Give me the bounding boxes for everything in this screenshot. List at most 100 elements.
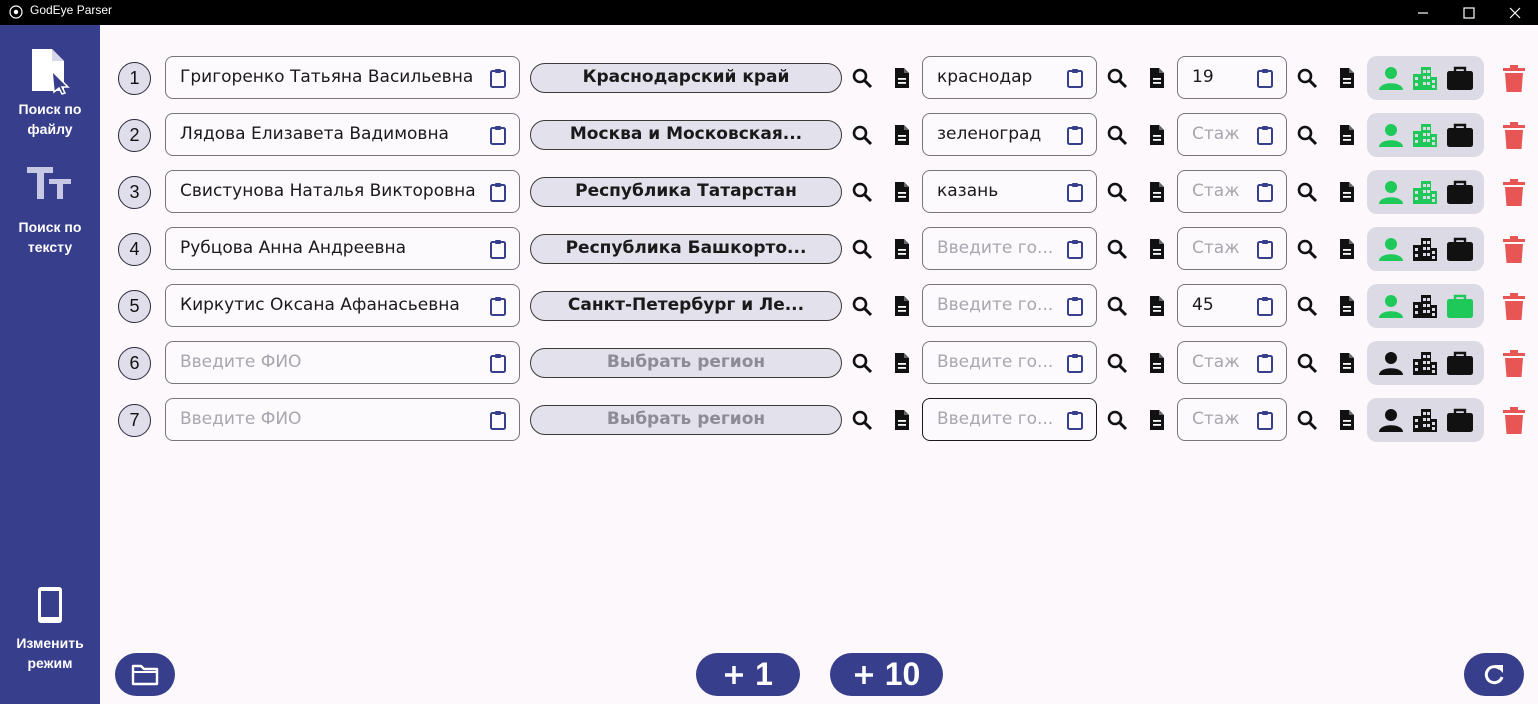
company-icon[interactable] (1411, 179, 1439, 205)
delete-icon[interactable] (1502, 350, 1526, 378)
company-icon[interactable] (1411, 350, 1439, 376)
clipboard-icon[interactable] (1066, 68, 1084, 88)
clipboard-icon[interactable] (489, 296, 507, 316)
document-icon[interactable] (1336, 238, 1358, 260)
clipboard-icon[interactable] (1066, 239, 1084, 259)
clipboard-icon[interactable] (1256, 125, 1274, 145)
clipboard-icon[interactable] (489, 410, 507, 430)
maximize-button[interactable] (1446, 0, 1492, 25)
city-input[interactable]: зеленоград (922, 113, 1097, 156)
document-icon[interactable] (1336, 124, 1358, 146)
search-icon[interactable] (1296, 181, 1318, 203)
fio-input[interactable]: Григоренко Татьяна Васильевна (165, 56, 520, 99)
stazh-input[interactable]: Стаж (1177, 398, 1287, 441)
clipboard-icon[interactable] (1256, 239, 1274, 259)
region-select-button[interactable]: Выбрать регион (530, 348, 842, 378)
city-input[interactable]: Введите го... (922, 398, 1097, 441)
fio-input[interactable]: Введите ФИО (165, 341, 520, 384)
region-select-button[interactable]: Краснодарский край (530, 63, 842, 93)
document-icon[interactable] (891, 124, 913, 146)
person-icon[interactable] (1377, 350, 1405, 376)
clipboard-icon[interactable] (489, 125, 507, 145)
person-icon[interactable] (1377, 407, 1405, 433)
fio-input[interactable]: Киркутис Оксана Афанасьевна (165, 284, 520, 327)
city-input[interactable]: Введите го... (922, 341, 1097, 384)
clipboard-icon[interactable] (1066, 182, 1084, 202)
briefcase-icon[interactable] (1446, 65, 1474, 91)
clipboard-icon[interactable] (489, 182, 507, 202)
search-icon[interactable] (851, 352, 873, 374)
briefcase-icon[interactable] (1446, 122, 1474, 148)
refresh-button[interactable] (1464, 653, 1524, 696)
clipboard-icon[interactable] (489, 353, 507, 373)
clipboard-icon[interactable] (489, 239, 507, 259)
delete-icon[interactable] (1502, 122, 1526, 150)
search-icon[interactable] (1106, 352, 1128, 374)
region-select-button[interactable]: Республика Татарстан (530, 177, 842, 207)
document-icon[interactable] (1336, 181, 1358, 203)
minimize-button[interactable] (1400, 0, 1446, 25)
clipboard-icon[interactable] (489, 68, 507, 88)
clipboard-icon[interactable] (1066, 353, 1084, 373)
person-icon[interactable] (1377, 179, 1405, 205)
fio-input[interactable]: Введите ФИО (165, 398, 520, 441)
document-icon[interactable] (1146, 238, 1168, 260)
search-icon[interactable] (1106, 238, 1128, 260)
city-input[interactable]: Введите го... (922, 284, 1097, 327)
search-icon[interactable] (1296, 352, 1318, 374)
search-icon[interactable] (1296, 238, 1318, 260)
fio-input[interactable]: Лядова Елизавета Вадимовна (165, 113, 520, 156)
document-icon[interactable] (1336, 352, 1358, 374)
search-icon[interactable] (1296, 409, 1318, 431)
delete-icon[interactable] (1502, 236, 1526, 264)
fio-input[interactable]: Свистунова Наталья Викторовна (165, 170, 520, 213)
add-one-button[interactable]: 1 (696, 653, 800, 696)
document-icon[interactable] (891, 352, 913, 374)
stazh-input[interactable]: Стаж (1177, 227, 1287, 270)
document-icon[interactable] (891, 181, 913, 203)
document-icon[interactable] (1146, 409, 1168, 431)
search-icon[interactable] (1296, 295, 1318, 317)
clipboard-icon[interactable] (1256, 182, 1274, 202)
search-icon[interactable] (851, 181, 873, 203)
briefcase-icon[interactable] (1446, 350, 1474, 376)
search-icon[interactable] (851, 67, 873, 89)
fio-input[interactable]: Рубцова Анна Андреевна (165, 227, 520, 270)
close-button[interactable] (1492, 0, 1538, 25)
document-icon[interactable] (891, 238, 913, 260)
city-input[interactable]: казань (922, 170, 1097, 213)
search-icon[interactable] (1106, 124, 1128, 146)
document-icon[interactable] (1336, 409, 1358, 431)
clipboard-icon[interactable] (1256, 68, 1274, 88)
delete-icon[interactable] (1502, 407, 1526, 435)
region-select-button[interactable]: Выбрать регион (530, 405, 842, 435)
region-select-button[interactable]: Москва и Московская... (530, 120, 842, 150)
clipboard-icon[interactable] (1256, 410, 1274, 430)
stazh-input[interactable]: 19 (1177, 56, 1287, 99)
delete-icon[interactable] (1502, 293, 1526, 321)
region-select-button[interactable]: Республика Башкорто... (530, 234, 842, 264)
briefcase-icon[interactable] (1446, 179, 1474, 205)
search-icon[interactable] (1296, 124, 1318, 146)
stazh-input[interactable]: Стаж (1177, 170, 1287, 213)
document-icon[interactable] (1146, 295, 1168, 317)
stazh-input[interactable]: 45 (1177, 284, 1287, 327)
document-icon[interactable] (1336, 67, 1358, 89)
briefcase-icon[interactable] (1446, 407, 1474, 433)
add-ten-button[interactable]: 10 (830, 653, 943, 696)
person-icon[interactable] (1377, 293, 1405, 319)
region-select-button[interactable]: Санкт-Петербург и Ле... (530, 291, 842, 321)
company-icon[interactable] (1411, 236, 1439, 262)
briefcase-icon[interactable] (1446, 293, 1474, 319)
search-icon[interactable] (851, 409, 873, 431)
search-icon[interactable] (1296, 67, 1318, 89)
document-icon[interactable] (1336, 295, 1358, 317)
stazh-input[interactable]: Стаж (1177, 341, 1287, 384)
briefcase-icon[interactable] (1446, 236, 1474, 262)
sidebar-change-mode[interactable]: Изменить режим (0, 585, 100, 673)
city-input[interactable]: Введите го... (922, 227, 1097, 270)
search-icon[interactable] (1106, 295, 1128, 317)
clipboard-icon[interactable] (1256, 353, 1274, 373)
delete-icon[interactable] (1502, 65, 1526, 93)
delete-icon[interactable] (1502, 179, 1526, 207)
